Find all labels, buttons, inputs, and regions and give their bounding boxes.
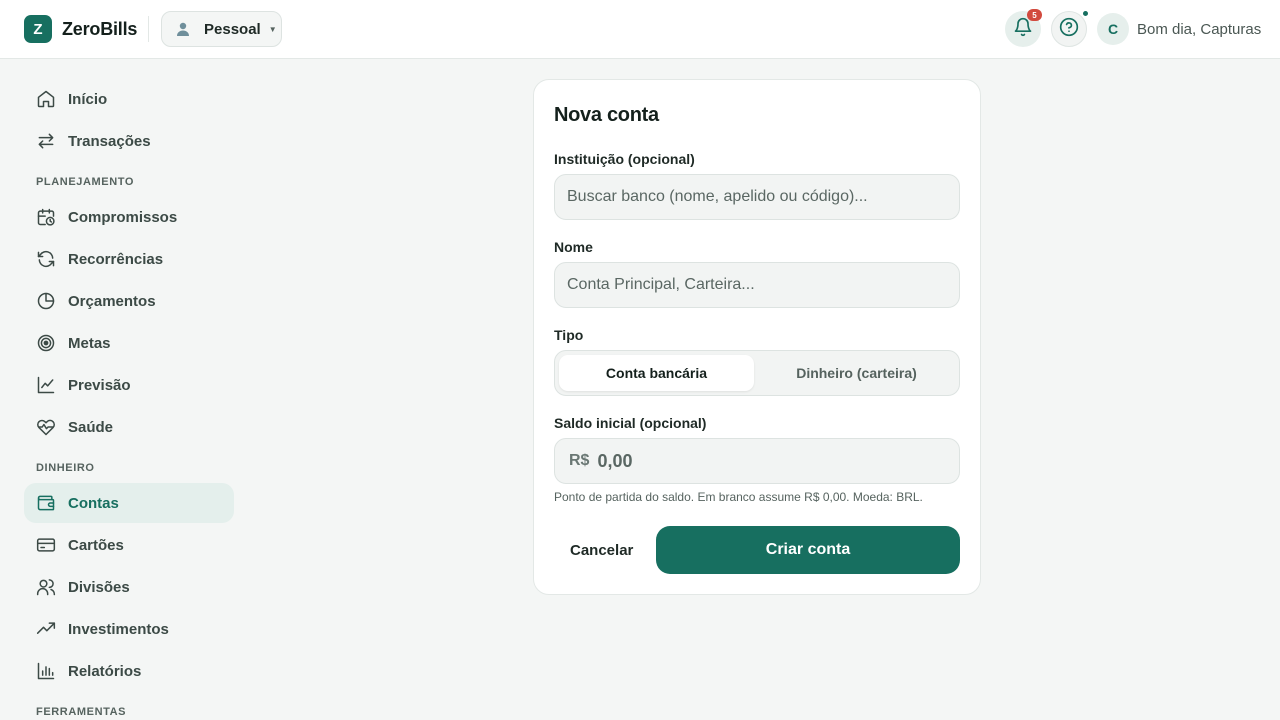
user-icon bbox=[174, 20, 192, 38]
sidebar-item-investimentos[interactable]: Investimentos bbox=[24, 609, 234, 649]
sidebar-item-metas[interactable]: Metas bbox=[24, 323, 234, 363]
sidebar-item-label: Metas bbox=[68, 334, 111, 352]
sidebar-item-label: Contas bbox=[68, 494, 119, 512]
users-icon bbox=[36, 577, 56, 597]
profile-label: Pessoal bbox=[204, 20, 261, 38]
initial-balance-label: Saldo inicial (opcional) bbox=[554, 415, 707, 431]
type-label: Tipo bbox=[554, 327, 584, 343]
avatar[interactable]: C bbox=[1097, 13, 1129, 45]
notifications-button[interactable]: 5 bbox=[1005, 9, 1042, 47]
sidebar: Início Transações PLANEJAMENTO Compromis… bbox=[0, 59, 250, 720]
help-circle-icon bbox=[1059, 17, 1079, 42]
sidebar-item-cartoes[interactable]: Cartões bbox=[24, 525, 234, 565]
brand[interactable]: Z ZeroBills bbox=[24, 15, 137, 43]
refresh-icon bbox=[36, 249, 56, 269]
sidebar-section-planning: PLANEJAMENTO bbox=[36, 176, 135, 188]
help-button[interactable] bbox=[1051, 10, 1089, 47]
initial-balance-input[interactable] bbox=[597, 450, 898, 472]
top-bar: Z ZeroBills Pessoal ▼ 5 C Bom dia, Captu… bbox=[0, 0, 1280, 59]
sidebar-item-label: Previsão bbox=[68, 376, 131, 394]
sidebar-item-orcamentos[interactable]: Orçamentos bbox=[24, 281, 234, 321]
home-icon bbox=[36, 89, 56, 109]
sidebar-item-label: Orçamentos bbox=[68, 292, 156, 310]
cancel-button[interactable]: Cancelar bbox=[554, 526, 646, 574]
sidebar-item-transacoes[interactable]: Transações bbox=[24, 121, 234, 161]
institution-label: Instituição (opcional) bbox=[554, 151, 695, 167]
sidebar-item-recorrencias[interactable]: Recorrências bbox=[24, 239, 234, 279]
sidebar-item-compromissos[interactable]: Compromissos bbox=[24, 197, 234, 237]
greeting: Bom dia, Capturas bbox=[1137, 21, 1262, 38]
calendar-clock-icon bbox=[36, 207, 56, 227]
balance-hint: Ponto de partida do saldo. Em branco ass… bbox=[554, 490, 923, 504]
institution-search-input[interactable] bbox=[554, 174, 960, 220]
brand-name: ZeroBills bbox=[62, 18, 138, 39]
initial-balance-field[interactable]: R$ bbox=[554, 438, 960, 484]
bar-chart-icon bbox=[36, 661, 56, 681]
sidebar-item-relatorios[interactable]: Relatórios bbox=[24, 651, 234, 691]
target-icon bbox=[36, 333, 56, 353]
sidebar-item-divisoes[interactable]: Divisões bbox=[24, 567, 234, 607]
create-account-button[interactable]: Criar conta bbox=[656, 526, 960, 574]
sidebar-item-previsao[interactable]: Previsão bbox=[24, 365, 234, 405]
brand-logo: Z bbox=[24, 15, 52, 43]
trending-up-icon bbox=[36, 619, 56, 639]
profile-switcher[interactable]: Pessoal ▼ bbox=[161, 11, 282, 47]
sidebar-item-inicio[interactable]: Início bbox=[24, 79, 234, 119]
header-divider bbox=[148, 16, 149, 42]
name-label: Nome bbox=[554, 239, 593, 255]
wallet-icon bbox=[36, 493, 56, 513]
sidebar-item-label: Recorrências bbox=[68, 250, 164, 268]
chevron-down-icon: ▼ bbox=[268, 24, 277, 34]
sidebar-item-label: Compromissos bbox=[68, 208, 178, 226]
pie-chart-icon bbox=[36, 291, 56, 311]
sidebar-section-money: DINHEIRO bbox=[36, 462, 95, 474]
help-status-dot bbox=[1082, 10, 1089, 17]
transfer-arrows-icon bbox=[36, 131, 56, 151]
credit-card-icon bbox=[36, 535, 56, 555]
sidebar-item-label: Saúde bbox=[68, 418, 114, 436]
sidebar-section-tools: FERRAMENTAS bbox=[36, 706, 127, 718]
sidebar-item-contas[interactable]: Contas bbox=[24, 483, 234, 523]
heart-pulse-icon bbox=[36, 417, 56, 437]
new-account-card: Nova conta Instituição (opcional) Nome T… bbox=[533, 79, 981, 595]
notifications-badge: 5 bbox=[1027, 9, 1042, 21]
line-chart-icon bbox=[36, 375, 56, 395]
sidebar-item-label: Investimentos bbox=[68, 620, 169, 638]
sidebar-item-label: Transações bbox=[68, 132, 151, 150]
currency-symbol: R$ bbox=[569, 452, 590, 469]
card-title: Nova conta bbox=[554, 104, 659, 126]
sidebar-item-label: Cartões bbox=[68, 536, 124, 554]
sidebar-item-saude[interactable]: Saúde bbox=[24, 407, 234, 447]
sidebar-item-label: Relatórios bbox=[68, 662, 142, 680]
account-type-toggle: Conta bancária Dinheiro (carteira) bbox=[554, 350, 960, 396]
sidebar-item-label: Divisões bbox=[68, 578, 130, 596]
sidebar-item-label: Início bbox=[68, 90, 108, 108]
name-input[interactable] bbox=[554, 262, 960, 308]
type-option-bank-account[interactable]: Conta bancária bbox=[559, 355, 754, 391]
type-option-cash-wallet[interactable]: Dinheiro (carteira) bbox=[758, 355, 955, 391]
